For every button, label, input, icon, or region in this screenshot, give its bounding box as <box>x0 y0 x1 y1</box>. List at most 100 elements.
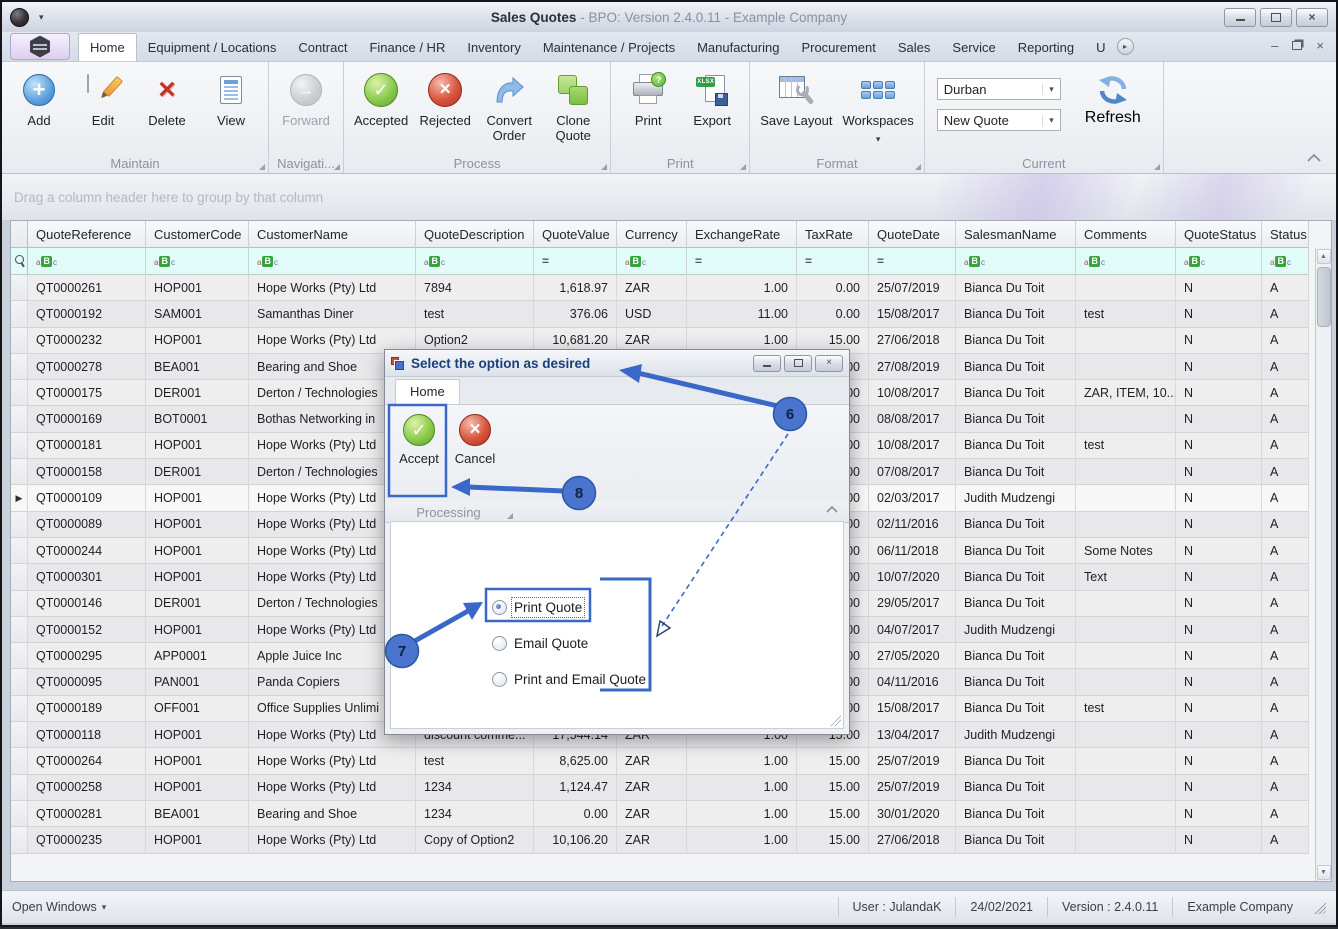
workspaces-button[interactable]: Workspaces ▾ <box>838 68 917 147</box>
maximize-button[interactable] <box>1260 7 1292 27</box>
scrollbar-thumb[interactable] <box>1316 267 1331 327</box>
vertical-scrollbar[interactable]: ▲ ▼ <box>1315 248 1331 881</box>
delete-button[interactable]: × Delete <box>136 68 198 131</box>
tab-home[interactable]: Home <box>78 33 137 61</box>
quote-row-QT0000264[interactable]: QT0000264 HOP001 Hope Works (Pty) Ltd test 8… <box>11 748 1331 775</box>
branch-combo[interactable]: Durban ▾ <box>936 78 1061 100</box>
export-button[interactable]: XLSX Export <box>681 68 743 131</box>
dialog-close-button[interactable]: × <box>815 354 843 372</box>
quote-type-combo[interactable]: New Quote ▾ <box>936 109 1061 131</box>
close-button[interactable]: × <box>1296 7 1328 27</box>
dialog-resize-grip-icon[interactable] <box>829 714 841 726</box>
filter-cell-quotereference[interactable]: aBc <box>28 248 146 275</box>
column-header-exchangerate[interactable]: ExchangeRate <box>687 221 797 248</box>
accept-button[interactable]: ✓ Accept <box>391 408 447 502</box>
tab-inventory[interactable]: Inventory <box>456 35 531 61</box>
filter-cell-salesmanname[interactable]: aBc <box>956 248 1076 275</box>
tab-finance-hr[interactable]: Finance / HR <box>358 35 456 61</box>
column-header-salesmanname[interactable]: SalesmanName <box>956 221 1076 248</box>
column-header-status[interactable]: Status <box>1262 221 1309 248</box>
filter-cell-status[interactable]: aBc <box>1262 248 1309 275</box>
dialog-maximize-button[interactable] <box>784 354 812 372</box>
forward-button[interactable]: → Forward <box>275 68 337 131</box>
filter-cell-customername[interactable]: aBc <box>249 248 416 275</box>
tab-contract[interactable]: Contract <box>287 35 358 61</box>
convert-order-button[interactable]: Convert Order <box>478 68 540 146</box>
quote-row-QT0000261[interactable]: QT0000261 HOP001 Hope Works (Pty) Ltd 7894 1… <box>11 275 1331 302</box>
quote-row-QT0000258[interactable]: QT0000258 HOP001 Hope Works (Pty) Ltd 1234 1… <box>11 774 1331 801</box>
tab-sales[interactable]: Sales <box>887 35 942 61</box>
filter-cell-quotevalue[interactable]: = <box>534 248 617 275</box>
add-button[interactable]: + Add <box>8 68 70 131</box>
column-header-customername[interactable]: CustomerName <box>249 221 416 248</box>
column-header-taxrate[interactable]: TaxRate <box>797 221 869 248</box>
group-by-panel[interactable]: Drag a column header here to group by th… <box>2 174 1336 220</box>
scroll-down-icon[interactable]: ▼ <box>1316 865 1331 880</box>
quick-access-caret-icon[interactable]: ▾ <box>39 12 44 23</box>
mdi-close-icon[interactable]: × <box>1316 38 1324 53</box>
print-button[interactable]: ? Print <box>617 68 679 131</box>
edit-button[interactable]: Edit <box>72 68 134 131</box>
mdi-restore-icon[interactable] <box>1292 38 1303 53</box>
quote-row-QT0000235[interactable]: QT0000235 HOP001 Hope Works (Pty) Ltd Copy … <box>11 827 1331 854</box>
resize-grip-icon[interactable] <box>1313 900 1326 914</box>
dialog-collapse-ribbon-icon[interactable] <box>825 500 839 518</box>
tab-maintenance-projects[interactable]: Maintenance / Projects <box>532 35 686 61</box>
quote-row-QT0000281[interactable]: QT0000281 BEA001 Bearing and Shoe 1234 0.00 Z… <box>11 800 1331 828</box>
dialog-minimize-button[interactable] <box>753 354 781 372</box>
minimize-button[interactable] <box>1224 7 1256 27</box>
collapse-ribbon-icon[interactable] <box>1306 149 1322 167</box>
filter-cell-comments[interactable]: aBc <box>1076 248 1176 275</box>
column-header-customercode[interactable]: CustomerCode <box>146 221 249 248</box>
view-button[interactable]: View <box>200 68 262 131</box>
dialog-launcher-icon[interactable] <box>259 164 265 170</box>
dialog-launcher-icon[interactable] <box>914 164 921 170</box>
application-button[interactable] <box>10 33 70 60</box>
filter-cell-customercode[interactable]: aBc <box>146 248 249 275</box>
filter-cell-quotedate[interactable]: = <box>869 248 956 275</box>
clone-quote-button[interactable]: Clone Quote <box>542 68 604 146</box>
tab-u[interactable]: U <box>1085 35 1116 61</box>
refresh-button[interactable]: Refresh <box>1075 68 1151 127</box>
tab-scroll-icon[interactable]: ▸ <box>1116 38 1134 55</box>
dialog-launcher-icon[interactable] <box>507 513 513 519</box>
filter-cell-currency[interactable]: aBc <box>617 248 687 275</box>
dialog-launcher-icon[interactable] <box>1153 164 1160 170</box>
cancel-button[interactable]: × Cancel <box>447 408 503 502</box>
column-header-quotereference[interactable]: QuoteReference <box>28 221 146 248</box>
rejected-button[interactable]: × Rejected <box>414 68 476 131</box>
column-header-currency[interactable]: Currency <box>617 221 687 248</box>
cell-customercode: HOP001 <box>146 327 249 354</box>
radio-print-quote[interactable]: Print Quote <box>492 596 843 618</box>
column-header-quotedate[interactable]: QuoteDate <box>869 221 956 248</box>
quote-row-QT0000192[interactable]: QT0000192 SAM001 Samanthas Diner test 376.06… <box>11 301 1331 328</box>
cell-quotevalue: 8,625.00 <box>534 748 617 775</box>
tab-service[interactable]: Service <box>941 35 1006 61</box>
mdi-minimize-icon[interactable]: – <box>1271 38 1278 53</box>
column-header-quotestatus[interactable]: QuoteStatus <box>1176 221 1262 248</box>
scroll-up-icon[interactable]: ▲ <box>1316 249 1331 264</box>
radio-email-quote[interactable]: Email Quote <box>492 634 843 652</box>
filter-cell-quotedescription[interactable]: aBc <box>416 248 534 275</box>
accepted-button[interactable]: ✓ Accepted <box>350 68 412 131</box>
cell-customercode: SAM001 <box>146 301 249 328</box>
tab-reporting[interactable]: Reporting <box>1007 35 1085 61</box>
filter-cell-taxrate[interactable]: = <box>797 248 869 275</box>
radio-print-and-email-quote[interactable]: Print and Email Quote <box>492 670 843 688</box>
filter-cell-exchangerate[interactable]: = <box>687 248 797 275</box>
dialog-launcher-icon[interactable] <box>601 164 608 170</box>
open-windows-button[interactable]: Open Windows ▾ <box>12 900 106 914</box>
column-header-quotevalue[interactable]: QuoteValue <box>534 221 617 248</box>
dialog-launcher-icon[interactable] <box>334 164 340 170</box>
column-header-comments[interactable]: Comments <box>1076 221 1176 248</box>
tab-equipment-locations[interactable]: Equipment / Locations <box>137 35 288 61</box>
cell-comments: ZAR, ITEM, 10... <box>1076 380 1176 407</box>
tab-manufacturing[interactable]: Manufacturing <box>686 35 790 61</box>
filter-cell-quotestatus[interactable]: aBc <box>1176 248 1262 275</box>
dialog-tab-home[interactable]: Home <box>395 379 460 404</box>
column-header-quotedescription[interactable]: QuoteDescription <box>416 221 534 248</box>
save-layout-button[interactable]: Save Layout <box>756 68 836 131</box>
cell-status: A <box>1262 301 1309 328</box>
dialog-launcher-icon[interactable] <box>740 164 747 170</box>
tab-procurement[interactable]: Procurement <box>790 35 886 61</box>
